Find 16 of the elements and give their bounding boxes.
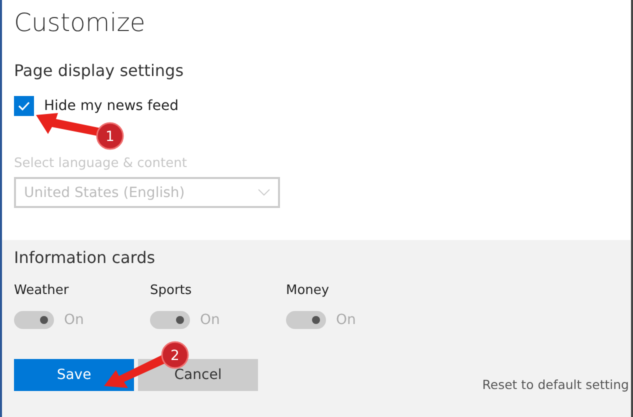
section-heading: Page display settings bbox=[14, 61, 185, 80]
checkmark-icon bbox=[18, 101, 30, 111]
section-heading: Information cards bbox=[14, 248, 156, 267]
reset-link[interactable]: Reset to default setting bbox=[482, 377, 629, 392]
save-button[interactable]: Save bbox=[14, 358, 134, 390]
page-title: Customize bbox=[14, 8, 146, 37]
card-label: Sports bbox=[150, 283, 193, 298]
toggle-state: On bbox=[336, 312, 356, 328]
card-label: Weather bbox=[14, 283, 70, 298]
checkbox-label[interactable]: Hide my news feed bbox=[44, 98, 178, 114]
card-label: Money bbox=[286, 283, 330, 298]
checkbox[interactable] bbox=[14, 96, 34, 116]
field-label: Select language & content bbox=[14, 156, 187, 171]
toggle-state: On bbox=[64, 312, 84, 328]
toggle-state: On bbox=[200, 312, 220, 328]
chevron-down-icon bbox=[258, 189, 270, 196]
